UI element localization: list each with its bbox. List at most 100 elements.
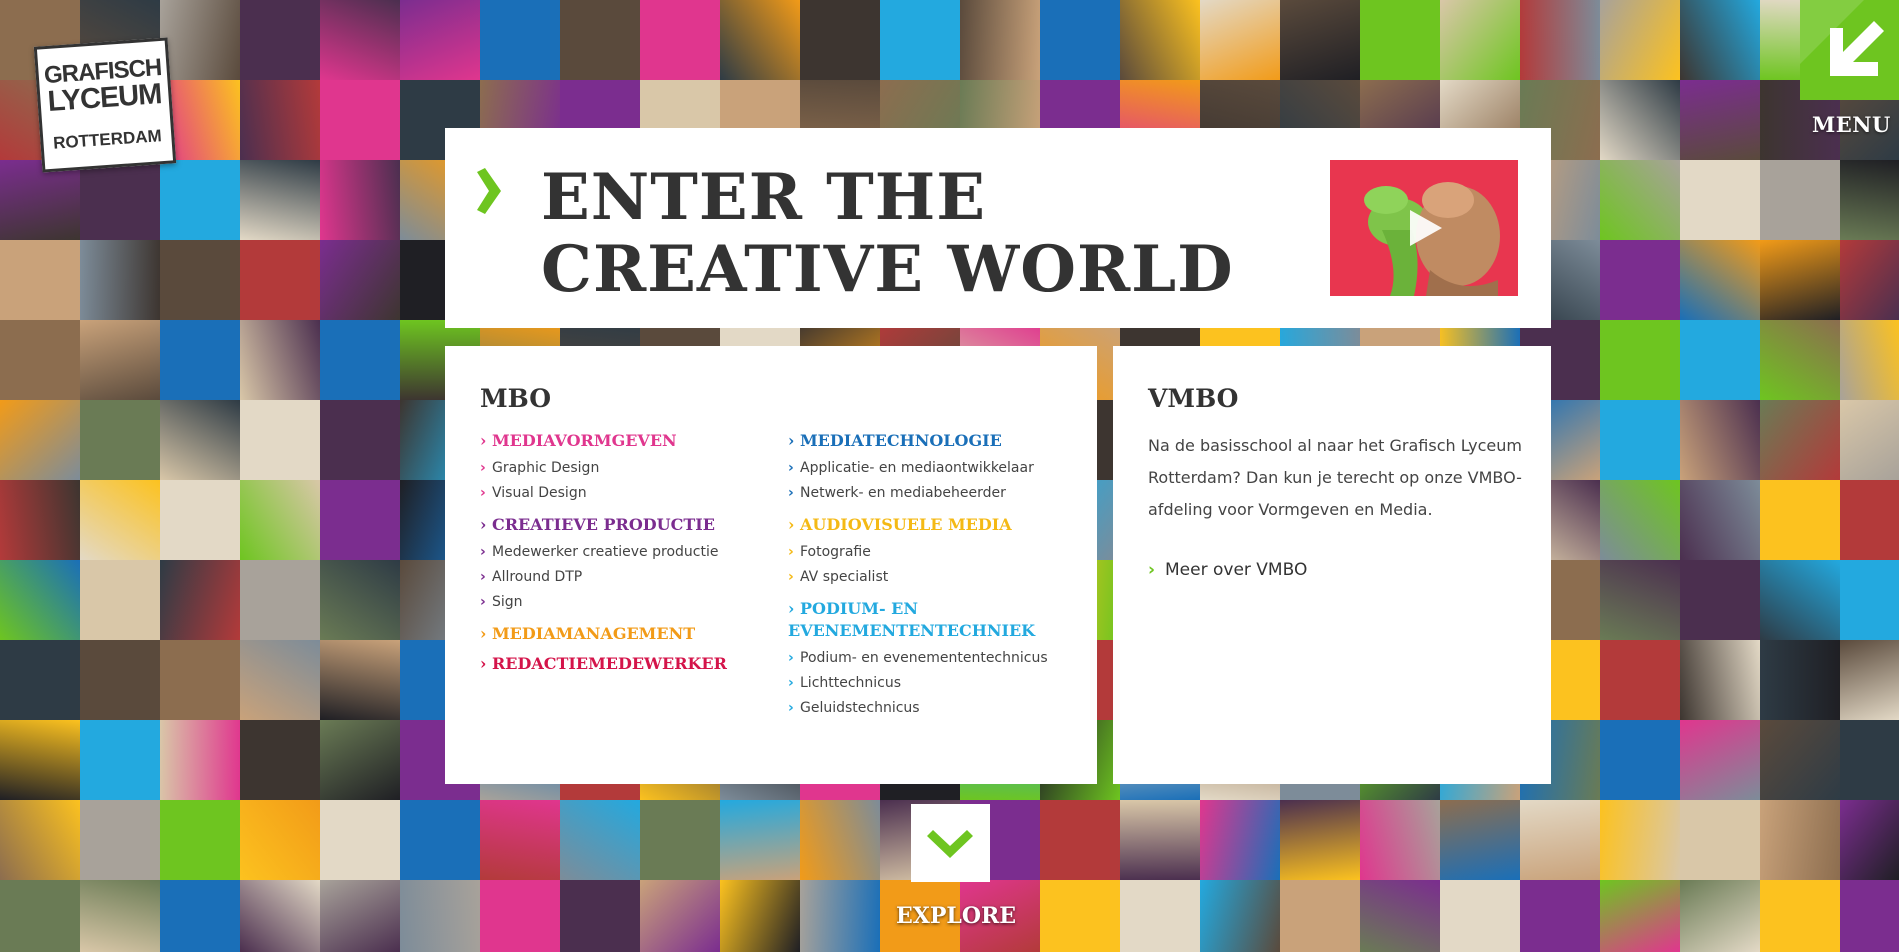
- mosaic-tile: [80, 400, 160, 480]
- mosaic-tile: [1520, 800, 1600, 880]
- mosaic-tile: [80, 240, 160, 320]
- vmbo-more-link[interactable]: › Meer over VMBO: [1148, 560, 1307, 580]
- category-link[interactable]: › MEDIAMANAGEMENT: [480, 623, 770, 645]
- program-link[interactable]: Medewerker creatieve productie: [480, 540, 770, 565]
- mosaic-tile: [1200, 800, 1280, 880]
- category-link[interactable]: › AUDIOVISUELE MEDIA: [788, 514, 1078, 536]
- chevron-right-icon: [477, 168, 501, 214]
- mosaic-tile: [160, 240, 240, 320]
- mosaic-tile: [800, 0, 880, 80]
- category-label: MEDIATECHNOLOGIE: [799, 431, 1002, 450]
- mbo-heading: MBO: [480, 384, 552, 413]
- mosaic-tile: [320, 400, 400, 480]
- program-link[interactable]: Sign: [480, 590, 770, 615]
- mosaic-tile: [1840, 640, 1899, 720]
- mosaic-tile: [0, 320, 80, 400]
- mosaic-tile: [320, 80, 400, 160]
- mosaic-tile: [480, 800, 560, 880]
- mosaic-tile: [400, 880, 480, 952]
- mosaic-tile: [1280, 0, 1360, 80]
- mosaic-tile: [240, 560, 320, 640]
- mosaic-tile: [1840, 480, 1899, 560]
- mosaic-tile: [800, 800, 880, 880]
- program-link[interactable]: Graphic Design: [480, 456, 770, 481]
- mosaic-tile: [0, 640, 80, 720]
- mosaic-tile: [1600, 320, 1680, 400]
- mosaic-tile: [80, 320, 160, 400]
- mosaic-tile: [1680, 400, 1760, 480]
- program-link[interactable]: Netwerk- en mediabeheerder: [788, 481, 1078, 506]
- mosaic-tile: [1440, 800, 1520, 880]
- program-link[interactable]: AV specialist: [788, 565, 1078, 590]
- mosaic-tile: [400, 800, 480, 880]
- mosaic-tile: [240, 240, 320, 320]
- mosaic-tile: [160, 720, 240, 800]
- mosaic-tile: [0, 160, 80, 240]
- mosaic-tile: [1360, 0, 1440, 80]
- mosaic-tile: [560, 0, 640, 80]
- category-label: REDACTIEMEDEWERKER: [491, 654, 727, 673]
- program-link[interactable]: Podium- en evenemententechnicus: [788, 646, 1078, 671]
- program-link[interactable]: Geluidstechnicus: [788, 696, 1078, 721]
- mosaic-tile: [960, 0, 1040, 80]
- mosaic-tile: [1440, 0, 1520, 80]
- mosaic-tile: [1360, 880, 1440, 952]
- category-link[interactable]: › REDACTIEMEDEWERKER: [480, 653, 770, 675]
- category-link[interactable]: › PODIUM- EN EVENEMENTENTECHNIEK: [788, 598, 1078, 642]
- category-link[interactable]: › MEDIAVORMGEVEN: [480, 430, 770, 452]
- mosaic-tile: [240, 640, 320, 720]
- mosaic-tile: [560, 880, 640, 952]
- mosaic-tile: [320, 720, 400, 800]
- explore-button[interactable]: [911, 804, 990, 882]
- mosaic-tile: [1680, 640, 1760, 720]
- mosaic-tile: [160, 800, 240, 880]
- logo-line-3: ROTTERDAM: [48, 124, 167, 154]
- chevron-right-icon: ›: [480, 431, 492, 450]
- menu-label[interactable]: MENU: [1812, 112, 1891, 137]
- category-label: MEDIAMANAGEMENT: [491, 624, 696, 643]
- title-line-1: ENTER THE: [541, 160, 987, 235]
- program-link[interactable]: Fotografie: [788, 540, 1078, 565]
- mosaic-tile: [1120, 800, 1200, 880]
- mosaic-tile: [1360, 800, 1440, 880]
- program-link[interactable]: Applicatie- en mediaontwikkelaar: [788, 456, 1078, 481]
- mosaic-tile: [1600, 80, 1680, 160]
- mosaic-tile: [720, 800, 800, 880]
- category-link[interactable]: › MEDIATECHNOLOGIE: [788, 430, 1078, 452]
- mosaic-tile: [0, 400, 80, 480]
- mosaic-tile: [1680, 480, 1760, 560]
- mosaic-tile: [1040, 880, 1120, 952]
- mosaic-tile: [1600, 480, 1680, 560]
- explore-label[interactable]: EXPLORE: [896, 903, 1016, 929]
- mosaic-tile: [1680, 800, 1760, 880]
- program-link[interactable]: Visual Design: [480, 481, 770, 506]
- mosaic-tile: [80, 720, 160, 800]
- mosaic-tile: [1600, 720, 1680, 800]
- category-link[interactable]: › CREATIEVE PRODUCTIE: [480, 514, 770, 536]
- mosaic-tile: [80, 160, 160, 240]
- mosaic-tile: [1680, 320, 1760, 400]
- video-thumbnail[interactable]: [1330, 160, 1518, 296]
- mosaic-tile: [1840, 880, 1899, 952]
- grafisch-lyceum-logo[interactable]: GRAFISCH LYCEUM ROTTERDAM: [33, 37, 177, 173]
- mosaic-tile: [480, 0, 560, 80]
- mosaic-tile: [1200, 0, 1280, 80]
- chevron-right-icon: ›: [788, 515, 800, 534]
- mosaic-tile: [1200, 880, 1280, 952]
- mosaic-tile: [0, 880, 80, 952]
- mosaic-tile: [320, 560, 400, 640]
- mosaic-tile: [160, 160, 240, 240]
- mosaic-tile: [160, 880, 240, 952]
- mosaic-tile: [1760, 640, 1840, 720]
- mosaic-tile: [320, 880, 400, 952]
- mosaic-tile: [80, 880, 160, 952]
- program-link[interactable]: Allround DTP: [480, 565, 770, 590]
- mosaic-tile: [1600, 240, 1680, 320]
- mosaic-tile: [400, 0, 480, 80]
- mosaic-tile: [640, 880, 720, 952]
- mosaic-tile: [160, 480, 240, 560]
- mosaic-tile: [320, 640, 400, 720]
- program-link[interactable]: Lichttechnicus: [788, 671, 1078, 696]
- page-title: ENTER THE CREATIVE WORLD: [541, 162, 1234, 306]
- mosaic-tile: [320, 800, 400, 880]
